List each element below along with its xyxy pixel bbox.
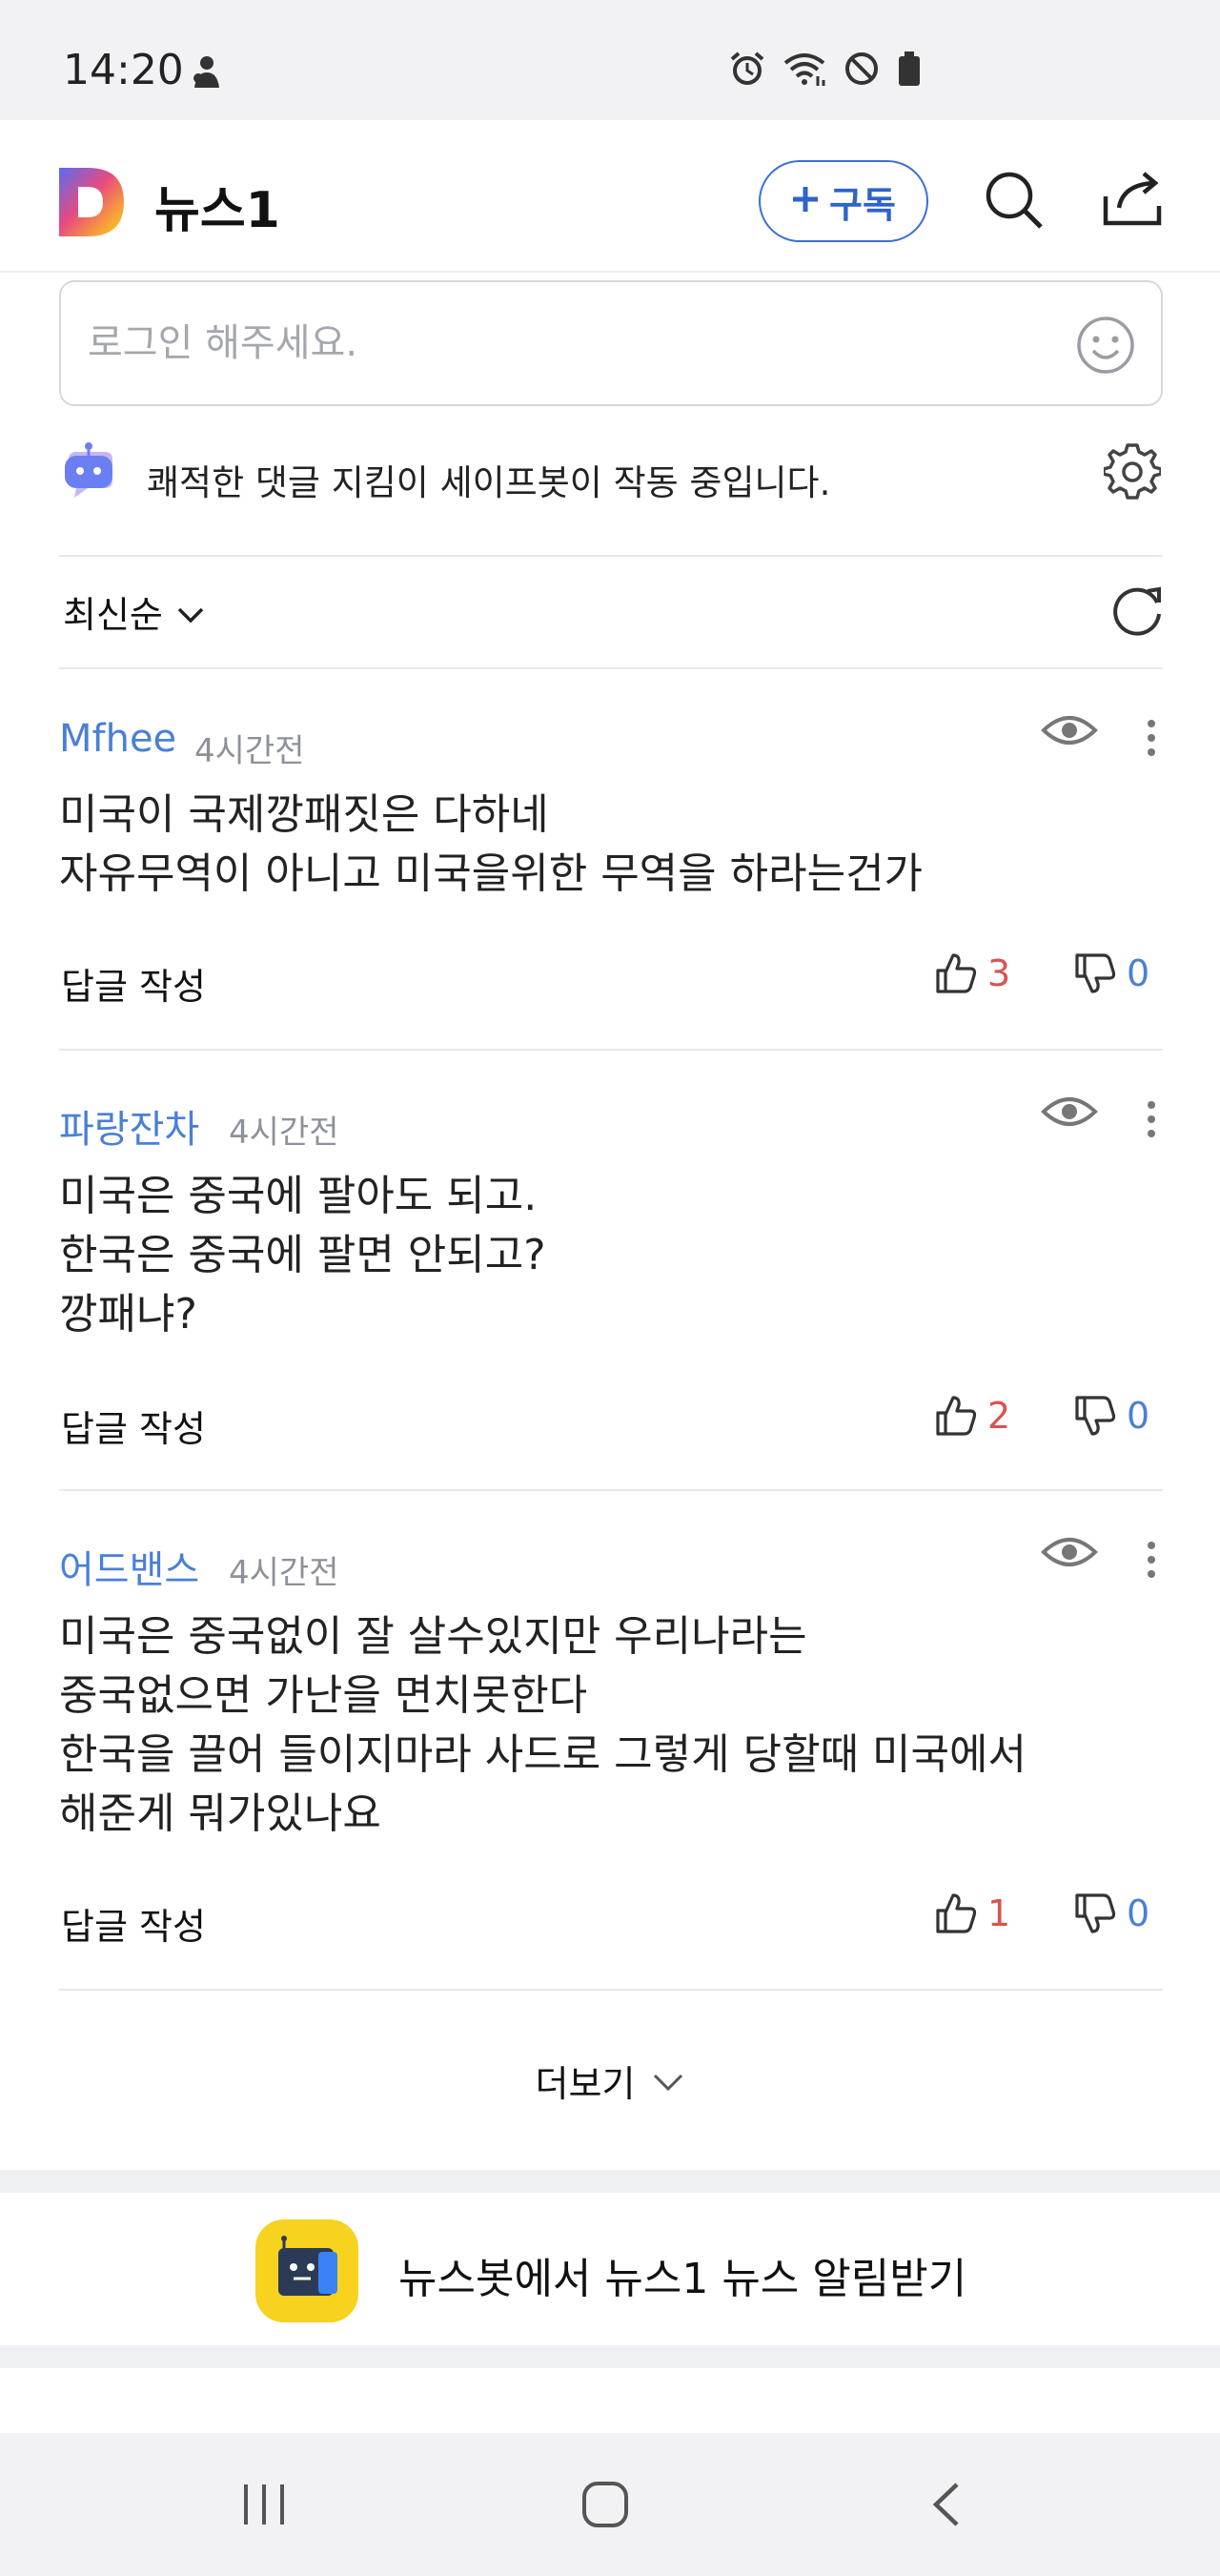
more-comments-button[interactable]: 더보기 (515, 2050, 705, 2111)
newsbot-label: 뉴스봇에서 뉴스1 뉴스 알림받기 (398, 2255, 967, 2303)
alarm-icon (728, 50, 766, 92)
newsbot-banner[interactable]: 뉴스봇에서 뉴스1 뉴스 알림받기 (0, 2193, 1220, 2345)
reply-button[interactable]: 답글 작성 (61, 957, 206, 1010)
battery-icon (896, 50, 923, 92)
reply-button[interactable]: 답글 작성 (61, 1897, 206, 1950)
share-icon[interactable] (1102, 168, 1163, 233)
like-count: 2 (987, 1395, 1011, 1437)
subscribe-label: 구독 (829, 183, 896, 226)
status-time: 14:20 (63, 46, 184, 94)
dislike-button[interactable]: 0 (1073, 1394, 1149, 1438)
comment-author[interactable]: Mfhee (59, 717, 176, 761)
comment-line: 중국없으면 가난을 면치못한다 (59, 1671, 588, 1720)
newsbot-icon (255, 2219, 358, 2326)
chevron-down-icon (652, 2059, 684, 2101)
person-status-icon (189, 53, 225, 95)
sort-dropdown[interactable]: 최신순 (63, 585, 205, 638)
comment-time: 4시간전 (194, 732, 305, 770)
comment-text: 미국은 중국없이 잘 살수있지만 우리나라는 중국없으면 가난을 면치못한다 한… (59, 1607, 1146, 1844)
plus-icon (791, 180, 820, 222)
app-header: 뉴스1 구독 (0, 120, 1220, 273)
comment-line: 미국은 중국에 팔아도 되고. (59, 1172, 538, 1220)
more-options-icon[interactable] (1146, 1100, 1157, 1142)
system-nav-bar (0, 2433, 1220, 2576)
safebot-text: 쾌적한 댓글 지킴이 세이프봇이 작동 중입니다. (147, 462, 831, 503)
comment-text: 미국은 중국에 팔아도 되고. 한국은 중국에 팔면 안되고? 깡패냐? (59, 1167, 1146, 1344)
chevron-down-icon (176, 591, 205, 633)
like-button[interactable]: 2 (934, 1394, 1010, 1438)
comment-item: 파랑잔차 4시간전 미국은 중국에 팔아도 되고. 한국은 중국에 팔면 안되고… (59, 1097, 1163, 1450)
thumbs-down-icon (1075, 1893, 1116, 1933)
eye-icon[interactable] (1041, 1533, 1098, 1575)
thumbs-down-icon (1075, 1396, 1116, 1436)
status-icons (728, 50, 923, 92)
like-count: 3 (987, 952, 1011, 994)
comment-item: Mfhee 4시간전 미국이 국제깡패짓은 다하네 자유무역이 아니고 미국을위… (59, 716, 1163, 1008)
comment-text: 미국이 국제깡패짓은 다하네 자유무역이 아니고 미국을위한 무역을 하라는건가 (59, 786, 1146, 904)
eye-icon[interactable] (1041, 711, 1098, 753)
sort-row: 최신순 (59, 572, 1163, 650)
more-options-icon[interactable] (1146, 719, 1157, 761)
like-count: 1 (987, 1892, 1011, 1934)
comment-line: 깡패냐? (59, 1290, 197, 1339)
like-button[interactable]: 1 (934, 1891, 1010, 1935)
emoji-icon[interactable] (1075, 315, 1136, 379)
comment-line: 한국은 중국에 팔면 안되고? (59, 1231, 546, 1279)
refresh-icon[interactable] (1109, 582, 1165, 641)
app-title: 뉴스1 (154, 182, 280, 239)
thumbs-up-icon (936, 953, 977, 993)
comment-author[interactable]: 어드밴스 (59, 1539, 199, 1594)
eye-icon[interactable] (1041, 1093, 1098, 1135)
thumbs-down-icon (1075, 953, 1116, 993)
dislike-button[interactable]: 0 (1073, 1891, 1149, 1935)
section-separator (0, 2170, 1220, 2193)
comment-time: 4시간전 (229, 1114, 339, 1152)
home-icon[interactable] (581, 2481, 629, 2532)
app-logo-icon[interactable] (57, 166, 126, 242)
wifi-icon (782, 50, 827, 92)
more-label: 더보기 (535, 2062, 636, 2105)
comment-line: 미국이 국제깡패짓은 다하네 (59, 790, 549, 839)
more-options-icon[interactable] (1146, 1541, 1157, 1583)
divider (59, 1049, 1163, 1051)
subscribe-button[interactable]: 구독 (759, 160, 928, 242)
divider (59, 555, 1163, 557)
thumbs-up-icon (936, 1396, 977, 1436)
comment-line: 한국을 끌어 들이지마라 사드로 그렇게 당할때 미국에서 (59, 1730, 1027, 1779)
comment-author[interactable]: 파랑잔차 (59, 1098, 199, 1154)
comment-item: 어드밴스 4시간전 미국은 중국없이 잘 살수있지만 우리나라는 중국없으면 가… (59, 1538, 1163, 1950)
safebot-icon (59, 440, 122, 507)
section-separator (0, 2345, 1220, 2368)
dislike-button[interactable]: 0 (1073, 951, 1149, 995)
comment-input-box[interactable] (59, 280, 1163, 406)
divider (59, 1489, 1163, 1491)
comment-time: 4시간전 (229, 1554, 339, 1592)
dislike-count: 0 (1127, 1395, 1150, 1437)
do-not-disturb-icon (843, 50, 881, 92)
comment-line: 미국은 중국없이 잘 살수있지만 우리나라는 (59, 1612, 807, 1661)
sort-label: 최신순 (63, 594, 163, 636)
thumbs-up-icon (936, 1893, 977, 1933)
reply-button[interactable]: 답글 작성 (61, 1400, 206, 1452)
status-bar: 14:20 (0, 0, 1220, 120)
divider (59, 667, 1163, 669)
like-button[interactable]: 3 (934, 951, 1010, 995)
comment-line: 자유무역이 아니고 미국을위한 무역을 하라는건가 (59, 849, 924, 898)
dislike-count: 0 (1127, 1892, 1150, 1934)
comment-line: 해준게 뭐가있나요 (59, 1789, 381, 1838)
gear-icon[interactable] (1102, 442, 1163, 503)
comment-input[interactable] (88, 318, 1022, 368)
safebot-notice: 쾌적한 댓글 지킴이 세이프봇이 작동 중입니다. (59, 437, 1163, 509)
divider (59, 1989, 1163, 1991)
recent-apps-icon[interactable] (242, 2483, 286, 2530)
back-icon[interactable] (928, 2481, 963, 2532)
search-icon[interactable] (984, 170, 1045, 235)
dislike-count: 0 (1127, 952, 1150, 994)
